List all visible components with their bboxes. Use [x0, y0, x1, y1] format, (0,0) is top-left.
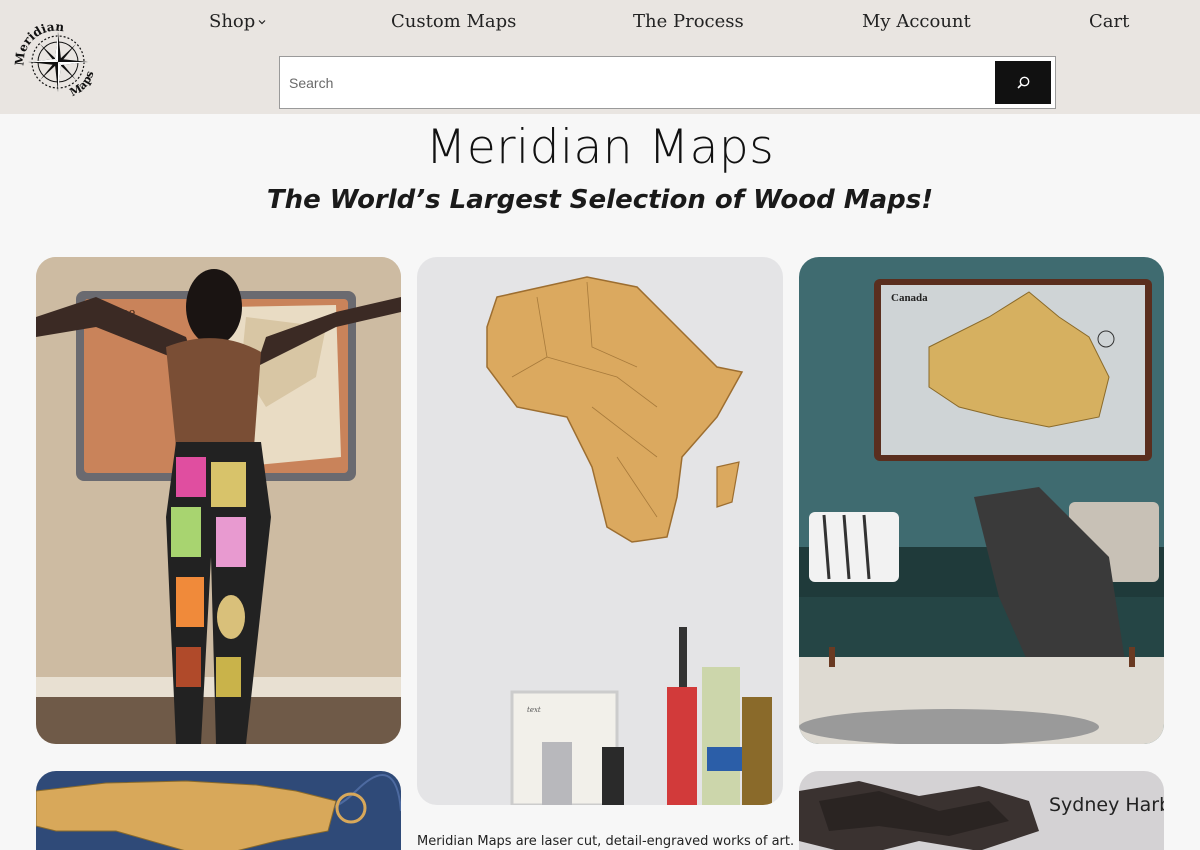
- gallery-card-canada[interactable]: Canada: [799, 257, 1164, 744]
- search-icon: [1017, 76, 1030, 89]
- search-bar: [279, 56, 1056, 109]
- chevron-down-icon: [258, 20, 266, 25]
- svg-text:text: text: [527, 706, 541, 714]
- florida-map-photo: [36, 771, 401, 850]
- gallery-card-africa[interactable]: text: [417, 257, 783, 805]
- europe-map-photo: Europe: [36, 257, 401, 744]
- nav-cart[interactable]: Cart: [1089, 11, 1129, 32]
- svg-text:Maps: Maps: [67, 69, 96, 99]
- site-header: Meridian Maps Shop Custom Maps The Proce…: [0, 0, 1200, 114]
- africa-map-photo: text: [417, 257, 783, 805]
- canada-map-label: Canada: [891, 292, 928, 304]
- sydney-map-photo: Sydney Harbour: [799, 771, 1164, 850]
- page-subtitle: The World’s Largest Selection of Wood Ma…: [266, 185, 934, 215]
- gallery-card-europe[interactable]: Europe: [36, 257, 401, 744]
- gallery-card-sydney[interactable]: Sydney Harbour: [799, 771, 1164, 850]
- main-nav: Shop Custom Maps The Process My Account …: [0, 11, 1200, 35]
- nav-shop[interactable]: Shop: [209, 11, 267, 32]
- nav-shop-label: Shop: [209, 11, 256, 32]
- search-button[interactable]: [995, 61, 1051, 104]
- gallery-card-florida[interactable]: [36, 771, 401, 850]
- canada-map-photo: Canada: [799, 257, 1164, 744]
- nav-my-account[interactable]: My Account: [862, 11, 971, 32]
- nav-custom-maps[interactable]: Custom Maps: [391, 11, 516, 32]
- sydney-map-label: Sydney Harbour: [1049, 794, 1164, 816]
- search-input[interactable]: [280, 57, 990, 108]
- description-text: Meridian Maps are laser cut, detail-engr…: [417, 834, 795, 849]
- page-title: Meridian Maps: [425, 120, 775, 175]
- nav-the-process[interactable]: The Process: [633, 11, 744, 32]
